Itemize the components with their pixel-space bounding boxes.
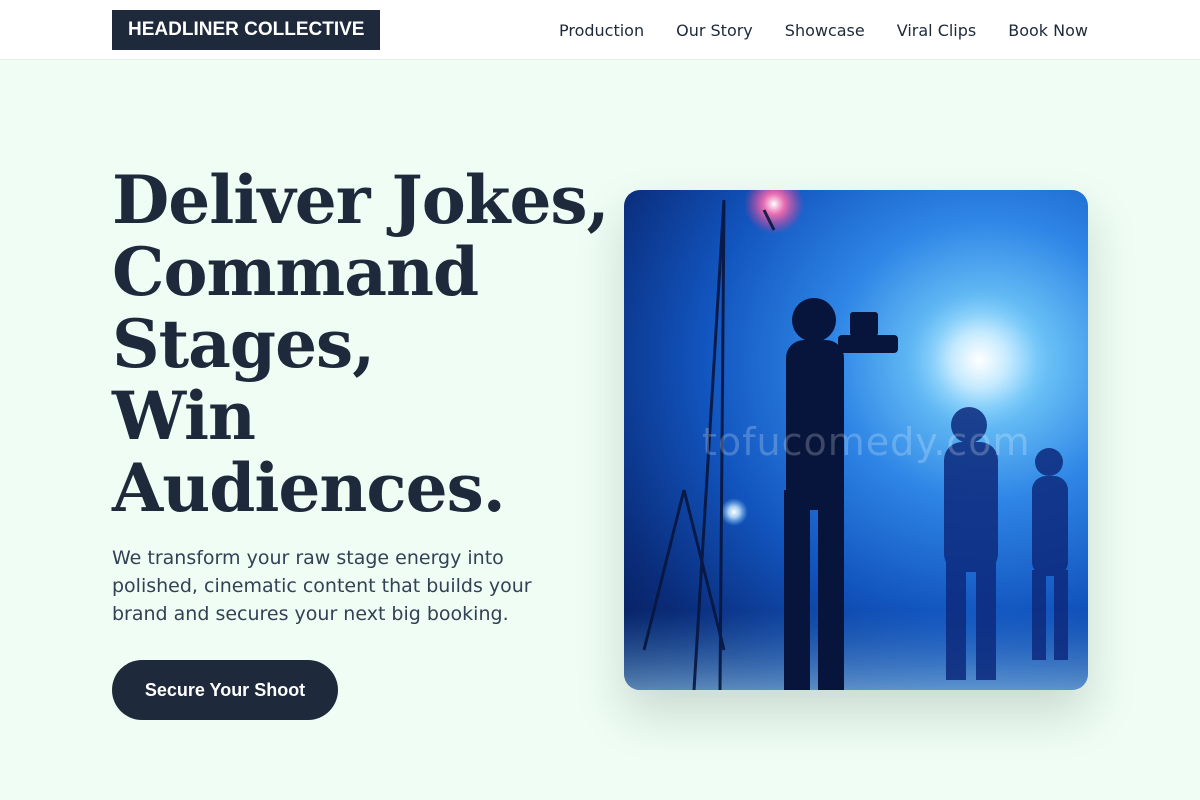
nav-link-book-now[interactable]: Book Now (1008, 21, 1088, 40)
small-stage-light (720, 498, 748, 526)
hero-title-line: Deliver Jokes, (112, 161, 610, 239)
hero-title-line: Win (112, 377, 256, 455)
brand-logo[interactable]: HEADLINER COLLECTIVE (112, 10, 381, 50)
hero-title: Deliver Jokes, Command Stages, Win Audie… (112, 161, 610, 527)
image-watermark: tofucomedy.com (702, 420, 1031, 464)
nav-link-viral-clips[interactable]: Viral Clips (897, 21, 977, 40)
nav-link-production[interactable]: Production (559, 21, 644, 40)
stage-spotlight (909, 290, 1049, 430)
nav-link-showcase[interactable]: Showcase (785, 21, 865, 40)
hero-title-line: Audiences. (112, 449, 506, 527)
hero-image: tofucomedy.com (624, 190, 1088, 690)
hero-title-line: Stages, (112, 305, 375, 383)
nav-link-our-story[interactable]: Our Story (676, 21, 753, 40)
secure-your-shoot-button[interactable]: Secure Your Shoot (112, 660, 338, 720)
top-navbar: HEADLINER COLLECTIVE Production Our Stor… (0, 0, 1200, 60)
main-nav: Production Our Story Showcase Viral Clip… (559, 0, 1088, 60)
hero-subtitle: We transform your raw stage energy into … (112, 547, 532, 625)
hero-title-line: Command (112, 233, 479, 311)
